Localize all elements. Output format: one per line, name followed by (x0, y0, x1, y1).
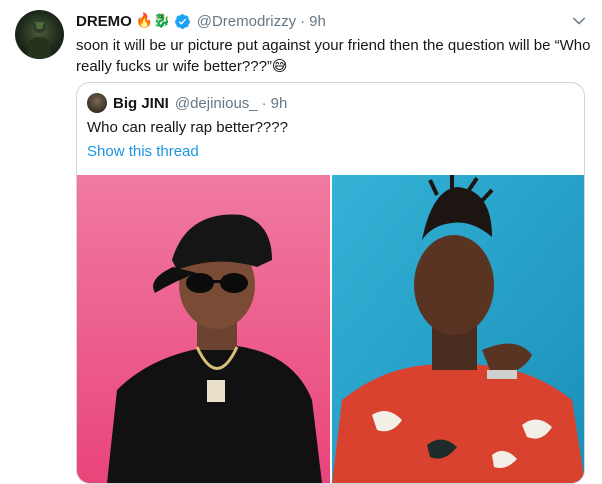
quoted-author-handle: @dejinious_ (174, 94, 258, 112)
quoted-author-avatar (87, 93, 107, 113)
quoted-tweet-time: 9h (270, 94, 288, 112)
tweet-text-content: soon it will be ur picture put against y… (76, 37, 591, 75)
grinning-sweat-emoji: 😅 (271, 57, 288, 75)
show-thread-link[interactable]: Show this thread (87, 143, 199, 160)
photo-grid (77, 175, 584, 483)
quoted-tweet-card[interactable]: Big JINI @dejinious_ · 9h Who can really… (76, 82, 585, 484)
tweet-header: DREMO 🔥🐉 @Dremodrizzy · 9h (76, 10, 326, 32)
author-name[interactable]: DREMO (76, 13, 132, 30)
photo-left[interactable] (77, 175, 330, 483)
quoted-tweet-header: Big JINI @dejinious_ · 9h (113, 92, 287, 114)
quoted-tweet-text: Who can really rap better???? (87, 119, 288, 136)
tweet-text: soon it will be ur picture put against y… (76, 35, 591, 77)
quoted-separator-dot: · (261, 94, 267, 112)
verified-badge-icon (174, 13, 190, 29)
quoted-author-name: Big JINI (113, 94, 169, 112)
tweet-time[interactable]: 9h (309, 13, 326, 30)
author-handle[interactable]: @Dremodrizzy (197, 13, 296, 30)
tweet[interactable]: DREMO 🔥🐉 @Dremodrizzy · 9h soon it will … (0, 0, 602, 484)
author-emojis: 🔥🐉 (135, 13, 171, 29)
author-avatar[interactable] (15, 10, 64, 59)
separator-dot: · (300, 12, 306, 30)
chevron-down-icon[interactable] (570, 12, 588, 30)
photo-right[interactable] (331, 175, 584, 483)
